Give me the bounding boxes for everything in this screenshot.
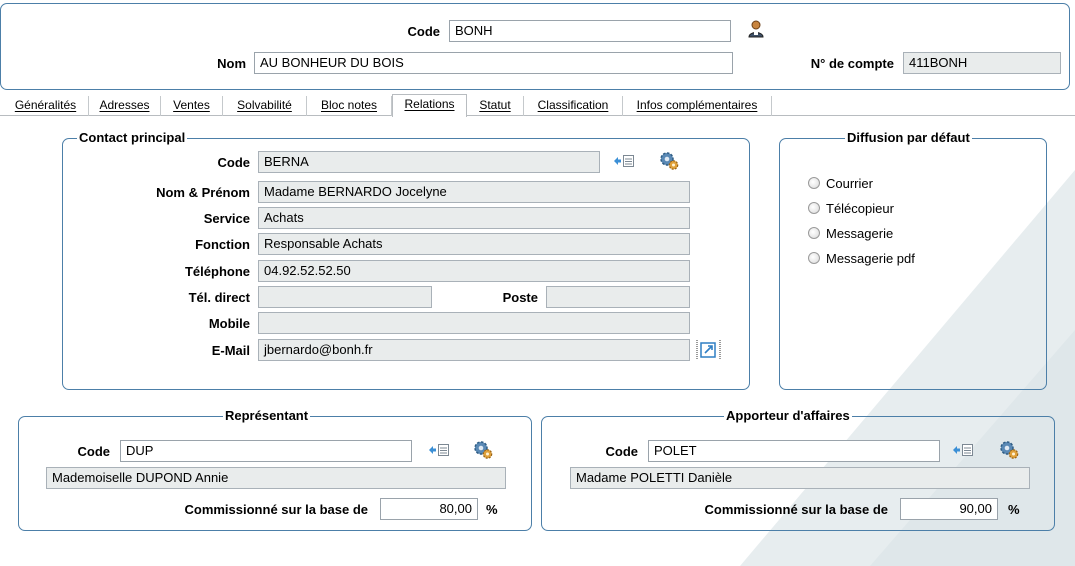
contact-title: Contact principal bbox=[77, 130, 188, 145]
gear-icon[interactable] bbox=[998, 440, 1020, 463]
list-select-icon[interactable] bbox=[613, 153, 635, 172]
code-label: Code bbox=[407, 24, 441, 39]
tab-adresses[interactable]: Adresses bbox=[89, 96, 161, 116]
apporteur-group: Apporteur d'affaires bbox=[541, 408, 1055, 531]
send-email-icon[interactable] bbox=[696, 338, 722, 365]
representant-title: Représentant bbox=[223, 408, 311, 423]
gear-icon[interactable] bbox=[472, 440, 494, 463]
diffusion-title: Diffusion par défaut bbox=[845, 130, 972, 145]
gear-icon[interactable] bbox=[658, 151, 680, 174]
contact-group: Contact principal bbox=[62, 130, 750, 390]
apporteur-title: Apporteur d'affaires bbox=[724, 408, 852, 423]
code-field[interactable]: BONH bbox=[449, 20, 731, 42]
nom-label: Nom bbox=[217, 56, 246, 71]
list-select-icon[interactable] bbox=[428, 442, 450, 461]
user-icon[interactable] bbox=[748, 20, 764, 41]
tab-infos-complementaires[interactable]: Infos complémentaires bbox=[623, 96, 772, 116]
tab-relations[interactable]: Relations bbox=[392, 94, 467, 117]
compte-field: 411BONH bbox=[903, 52, 1061, 74]
diffusion-group: Diffusion par défaut bbox=[779, 130, 1047, 390]
form-content: Code BONH Nom AU BONHEUR DU BOIS N° de c… bbox=[0, 0, 1075, 566]
tab-solvabilite[interactable]: Solvabilité bbox=[223, 96, 307, 116]
tab-classification[interactable]: Classification bbox=[524, 96, 623, 116]
compte-label: N° de compte bbox=[810, 56, 894, 71]
list-select-icon[interactable] bbox=[952, 442, 974, 461]
tab-bloc-notes[interactable]: Bloc notes bbox=[307, 96, 392, 116]
tab-ventes[interactable]: Ventes bbox=[161, 96, 223, 116]
representant-group: Représentant bbox=[18, 408, 532, 531]
tab-bar: Généralités Adresses Ventes Solvabilité … bbox=[0, 94, 1075, 117]
tab-generalites[interactable]: Généralités bbox=[3, 96, 89, 116]
tab-statut[interactable]: Statut bbox=[467, 96, 524, 116]
nom-field[interactable]: AU BONHEUR DU BOIS bbox=[254, 52, 733, 74]
